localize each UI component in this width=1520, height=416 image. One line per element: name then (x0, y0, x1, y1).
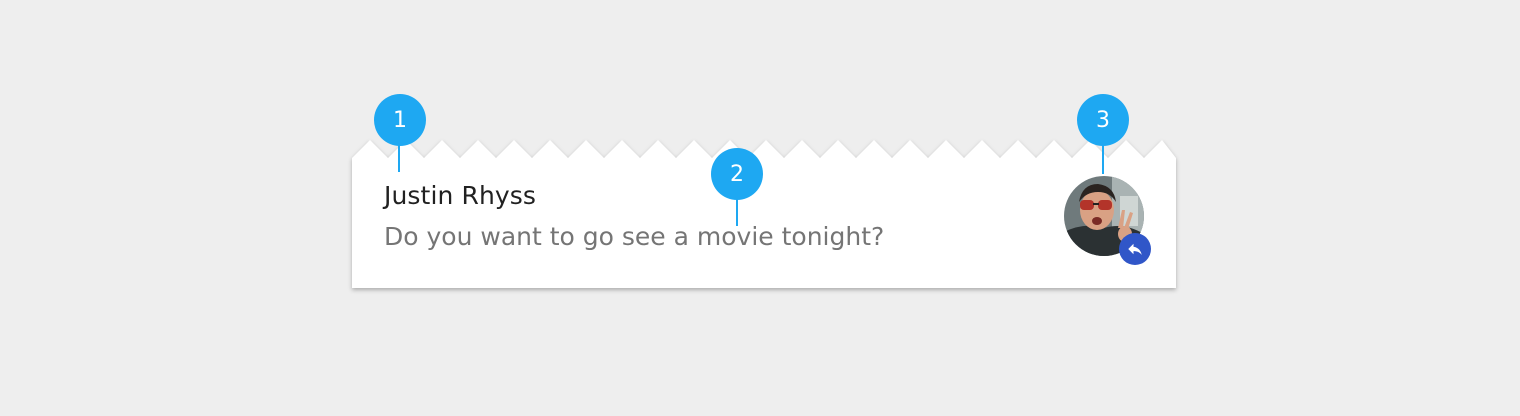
reply-icon (1128, 243, 1142, 255)
reply-button[interactable] (1119, 233, 1151, 265)
callout-2-line (736, 196, 738, 226)
stage: Justin Rhyss Do you want to go see a mov… (0, 0, 1520, 416)
card-background (352, 140, 1176, 288)
callout-1-marker: 1 (374, 94, 426, 146)
notification-card[interactable] (352, 140, 1176, 288)
callout-3-marker: 3 (1077, 94, 1129, 146)
callout-2-marker: 2 (711, 148, 763, 200)
notification-message: Do you want to go see a movie tonight? (384, 222, 885, 251)
notification-title: Justin Rhyss (384, 181, 537, 210)
